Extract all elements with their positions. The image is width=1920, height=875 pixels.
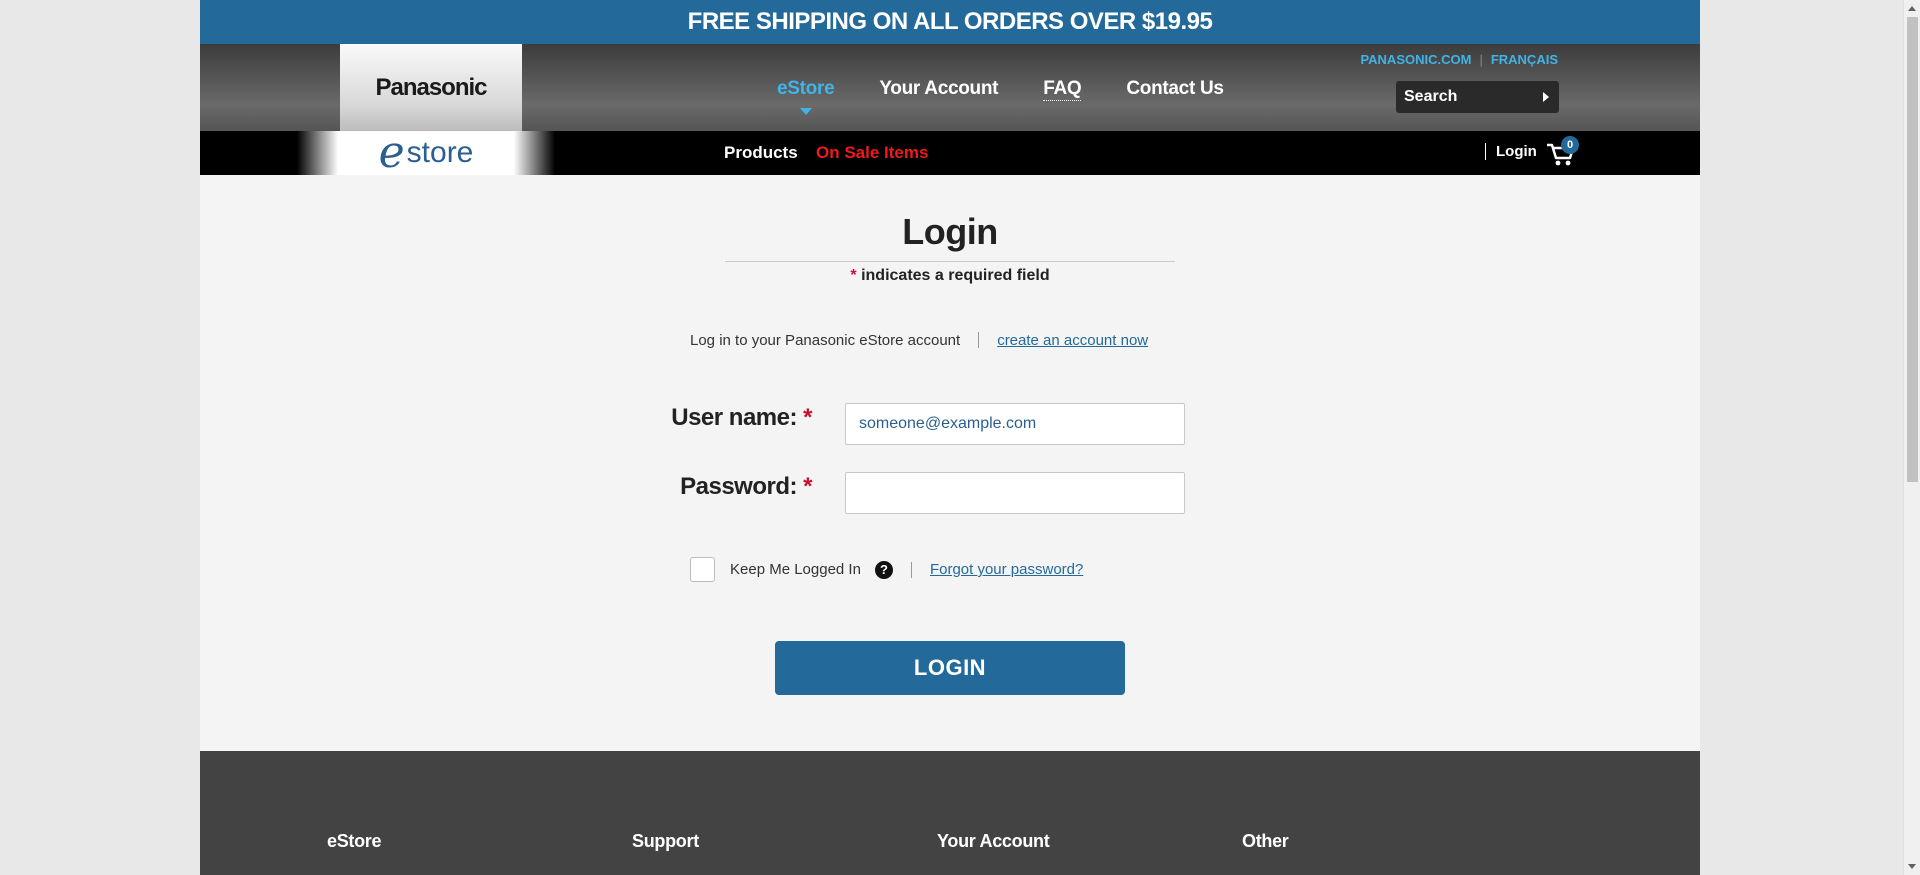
footer-col-your-account: Your Account xyxy=(937,831,1050,851)
nav-estore-label: eStore xyxy=(777,78,835,99)
nav-faq[interactable]: FAQ xyxy=(1043,78,1082,101)
search-label: Search xyxy=(1404,88,1458,105)
login-button[interactable]: LOGIN xyxy=(775,641,1125,695)
util-divider: | xyxy=(1479,52,1483,67)
site-header: Panasonic eStore Your Account FAQ Contac… xyxy=(200,44,1700,131)
nav-contact-us[interactable]: Contact Us xyxy=(1126,78,1224,101)
main-nav: eStore Your Account FAQ Contact Us xyxy=(777,78,1269,115)
keep-row-divider xyxy=(910,561,912,578)
username-required-star: * xyxy=(803,404,812,431)
page: FREE SHIPPING ON ALL ORDERS OVER $19.95 … xyxy=(200,0,1700,875)
password-required-star: * xyxy=(803,473,812,500)
estore-logo-store: store xyxy=(406,136,474,169)
cart-count-badge: 0 xyxy=(1561,136,1579,154)
required-note-text: indicates a required field xyxy=(856,267,1050,284)
keep-logged-in-label: Keep Me Logged In xyxy=(730,561,861,578)
active-caret-icon xyxy=(799,108,812,115)
username-input[interactable] xyxy=(845,403,1185,445)
sub-nav: e store Products On Sale Items Login 0 xyxy=(200,131,1700,175)
create-account-link[interactable]: create an account now xyxy=(997,332,1148,349)
francais-link[interactable]: FRANÇAIS xyxy=(1491,52,1558,67)
footer-col-estore: eStore xyxy=(327,831,382,851)
username-label: User name: * xyxy=(652,404,812,432)
free-shipping-banner: FREE SHIPPING ON ALL ORDERS OVER $19.95 xyxy=(200,0,1700,44)
scroll-up-icon[interactable] xyxy=(1908,6,1916,11)
page-title: Login xyxy=(725,211,1175,262)
password-label-text: Password: xyxy=(680,473,797,500)
products-link[interactable]: Products xyxy=(724,143,798,163)
login-content: Login * indicates a required field Log i… xyxy=(200,175,1700,751)
password-label: Password: * xyxy=(652,473,812,501)
panasonic-com-link[interactable]: PANASONIC.COM xyxy=(1360,52,1471,67)
utility-links: PANASONIC.COM | FRANÇAIS xyxy=(1360,52,1558,67)
nav-estore[interactable]: eStore xyxy=(777,78,835,115)
help-icon[interactable]: ? xyxy=(874,560,893,579)
intro-divider xyxy=(978,332,980,348)
required-field-note: * indicates a required field xyxy=(725,267,1175,285)
username-label-text: User name: xyxy=(671,404,797,431)
intro-text: Log in to your Panasonic eStore account xyxy=(690,332,961,349)
forgot-password-link[interactable]: Forgot your password? xyxy=(930,561,1083,578)
scrollbar-thumb[interactable] xyxy=(1907,17,1918,482)
login-intro: Log in to your Panasonic eStore account c… xyxy=(690,332,1148,349)
estore-logo-e: e xyxy=(378,127,405,178)
scroll-down-icon[interactable] xyxy=(1908,864,1916,869)
keep-logged-in-row: Keep Me Logged In ? Forgot your password… xyxy=(690,557,1083,582)
panasonic-logo[interactable]: Panasonic xyxy=(340,44,522,131)
estore-logo[interactable]: e store xyxy=(297,131,555,175)
footer-col-other: Other xyxy=(1242,831,1289,851)
on-sale-items-link[interactable]: On Sale Items xyxy=(816,143,928,163)
site-footer: eStore Support Your Account Other xyxy=(200,751,1700,875)
search-arrow-icon[interactable] xyxy=(1543,92,1549,102)
password-input[interactable] xyxy=(845,472,1185,514)
keep-logged-in-checkbox[interactable] xyxy=(690,557,715,582)
nav-your-account[interactable]: Your Account xyxy=(879,78,998,101)
page-scrollbar[interactable] xyxy=(1903,0,1920,875)
login-link[interactable]: Login xyxy=(1485,143,1537,160)
search-box[interactable]: Search xyxy=(1396,81,1559,113)
footer-col-support: Support xyxy=(632,831,699,851)
